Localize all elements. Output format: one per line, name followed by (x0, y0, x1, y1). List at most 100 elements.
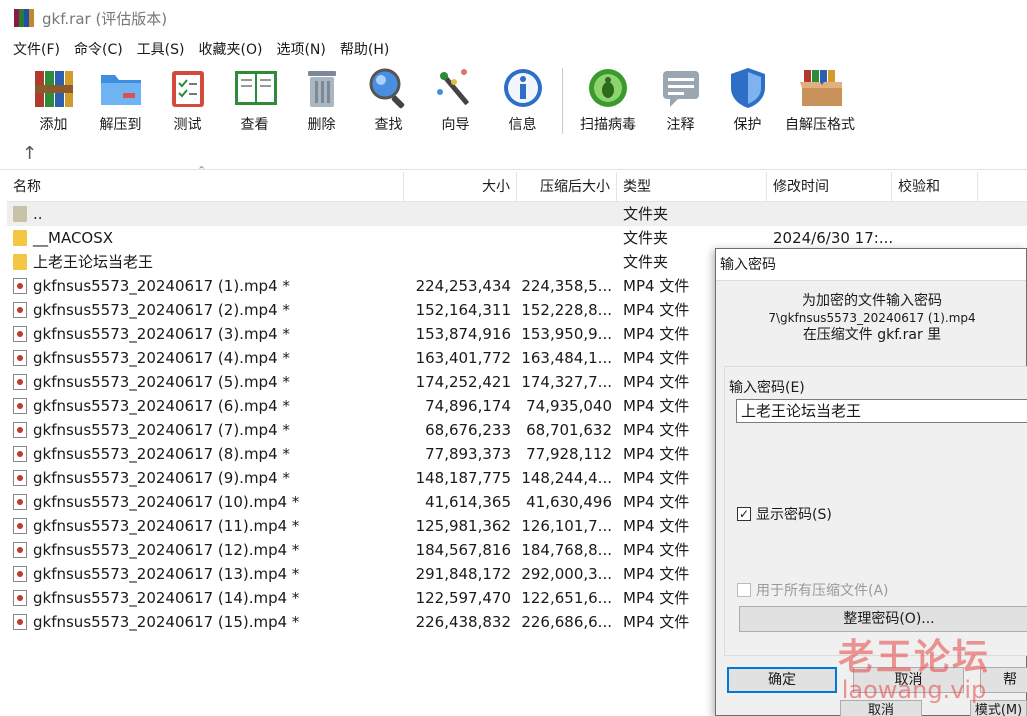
packed-size-cell (517, 250, 612, 274)
menu-favorites[interactable]: 收藏夹(O) (192, 39, 270, 59)
file-name: gkfnsus5573_20240617 (11).mp4 * (33, 517, 300, 535)
video-file-icon (13, 446, 27, 462)
file-name-cell: gkfnsus5573_20240617 (15).mp4 * (13, 610, 403, 634)
file-size-cell: 291,848,172 (415, 565, 511, 583)
list-header: ⌃ 名称 大小 压缩后大小 类型 修改时间 校验和 (7, 164, 1027, 202)
file-size-cell: 153,874,916 (415, 325, 511, 343)
menu-tools[interactable]: 工具(S) (130, 39, 192, 59)
protect-button[interactable]: 保护 (714, 66, 781, 134)
scan-virus-button[interactable]: 扫描病毒 (569, 66, 647, 134)
folder-icon (13, 206, 27, 222)
comment-button[interactable]: 注释 (647, 66, 714, 134)
col-crc-header[interactable]: 校验和 (892, 172, 978, 202)
file-name-cell: .. (13, 202, 403, 226)
checkbox-empty-icon (737, 583, 751, 597)
find-button[interactable]: 查找 (355, 66, 422, 134)
password-input[interactable]: 上老王论坛当老王 (736, 399, 1027, 423)
video-file-icon (13, 518, 27, 534)
toolbar: 添加 解压到 测试 查看 删除 查找 向导 信息 扫描病毒 注释 保护 自解压格… (0, 62, 1027, 138)
show-password-checkbox[interactable]: ✓ 显示密码(S) (737, 504, 832, 524)
checkmark-icon: ✓ (737, 507, 751, 521)
col-type-header[interactable]: 类型 (617, 172, 767, 202)
password-label: 输入密码(E) (729, 380, 805, 396)
file-name-cell: __MACOSX (13, 226, 403, 250)
dialog-info-line3: 在压缩文件 gkf.rar 里 (802, 327, 942, 343)
file-size-cell (404, 202, 511, 226)
ok-button[interactable]: 确定 (727, 667, 837, 693)
video-file-icon (13, 374, 27, 390)
watermark: 老王论坛 laowang.vip (838, 628, 990, 704)
file-size-cell: 174,252,421 (415, 373, 511, 391)
file-name: __MACOSX (33, 229, 114, 247)
packed-size-cell: 184,768,8... (521, 541, 612, 559)
modified-time-cell (773, 202, 893, 226)
col-size-header[interactable]: 大小 (404, 172, 517, 202)
dialog-info-path: 7\gkfnsus5573_20240617 (1).mp4 (768, 311, 976, 325)
window-title: gkf.rar (评估版本) (42, 9, 168, 28)
test-button[interactable]: 测试 (154, 66, 221, 134)
video-file-icon (13, 302, 27, 318)
packed-size-cell: 152,228,8... (521, 301, 612, 319)
sfx-button[interactable]: 自解压格式 (781, 66, 859, 134)
watermark-en: laowang.vip (841, 676, 987, 704)
video-file-icon (13, 470, 27, 486)
virus-scan-icon (586, 66, 630, 110)
file-name: gkfnsus5573_20240617 (1).mp4 * (33, 277, 290, 295)
menu-help[interactable]: 帮助(H) (333, 39, 396, 59)
table-row[interactable]: __MACOSX 文件夹 2024/6/30 17:... (7, 226, 1027, 250)
modified-time-cell: 2024/6/30 17:... (773, 229, 893, 247)
file-name: gkfnsus5573_20240617 (9).mp4 * (33, 469, 290, 487)
folder-icon (13, 230, 27, 246)
video-file-icon (13, 566, 27, 582)
file-name: gkfnsus5573_20240617 (10).mp4 * (33, 493, 300, 511)
packed-size-cell (517, 226, 612, 250)
packed-size-cell: 292,000,3... (521, 565, 612, 583)
folder-icon (13, 254, 27, 270)
menu-file[interactable]: 文件(F) (6, 39, 67, 59)
file-name: gkfnsus5573_20240617 (6).mp4 * (33, 397, 290, 415)
file-name: gkfnsus5573_20240617 (2).mp4 * (33, 301, 290, 319)
delete-button[interactable]: 删除 (288, 66, 355, 134)
add-button[interactable]: 添加 (20, 66, 87, 134)
file-type-cell: 文件夹 (623, 205, 669, 223)
title-bar: gkf.rar (评估版本) (0, 0, 1027, 36)
packed-size-cell: 148,244,4... (521, 469, 612, 487)
video-file-icon (13, 278, 27, 294)
use-all-checkbox[interactable]: 用于所有压缩文件(A) (737, 580, 889, 600)
col-modified-header[interactable]: 修改时间 (767, 172, 892, 202)
menu-commands[interactable]: 命令(C) (67, 39, 130, 59)
file-size-cell: 74,896,174 (425, 397, 511, 415)
winrar-app-icon (14, 9, 34, 27)
file-name-cell: gkfnsus5573_20240617 (14).mp4 * (13, 586, 403, 610)
table-row[interactable]: .. 文件夹 (7, 202, 1027, 226)
video-file-icon (13, 542, 27, 558)
extract-folder-icon (99, 66, 143, 110)
file-name: gkfnsus5573_20240617 (8).mp4 * (33, 445, 290, 463)
up-arrow-icon[interactable]: ↑ (22, 143, 37, 164)
col-packed-header[interactable]: 压缩后大小 (517, 172, 617, 202)
comment-icon (659, 66, 703, 110)
wizard-button[interactable]: 向导 (422, 66, 489, 134)
info-icon (501, 66, 545, 110)
col-name-header[interactable]: 名称 (7, 172, 404, 202)
view-book-icon (233, 66, 277, 110)
file-name: gkfnsus5573_20240617 (13).mp4 * (33, 565, 300, 583)
video-file-icon (13, 326, 27, 342)
file-name: .. (33, 205, 43, 223)
magnifier-icon (367, 66, 411, 110)
extract-to-button[interactable]: 解压到 (87, 66, 154, 134)
trash-icon (300, 66, 344, 110)
file-size-cell: 122,597,470 (415, 589, 511, 607)
file-name: gkfnsus5573_20240617 (5).mp4 * (33, 373, 290, 391)
dialog-title: 输入密码 (716, 249, 1026, 281)
use-all-label: 用于所有压缩文件(A) (756, 583, 889, 599)
view-button[interactable]: 查看 (221, 66, 288, 134)
menu-options[interactable]: 选项(N) (269, 39, 332, 59)
packed-size-cell: 77,928,112 (526, 445, 612, 463)
file-size-cell: 184,567,816 (415, 541, 511, 559)
packed-size-cell: 163,484,1... (521, 349, 612, 367)
info-button[interactable]: 信息 (489, 66, 556, 134)
watermark-cn: 老王论坛 (838, 637, 991, 678)
address-bar: ↑ (0, 138, 1027, 170)
packed-size-cell: 41,630,496 (526, 493, 612, 511)
